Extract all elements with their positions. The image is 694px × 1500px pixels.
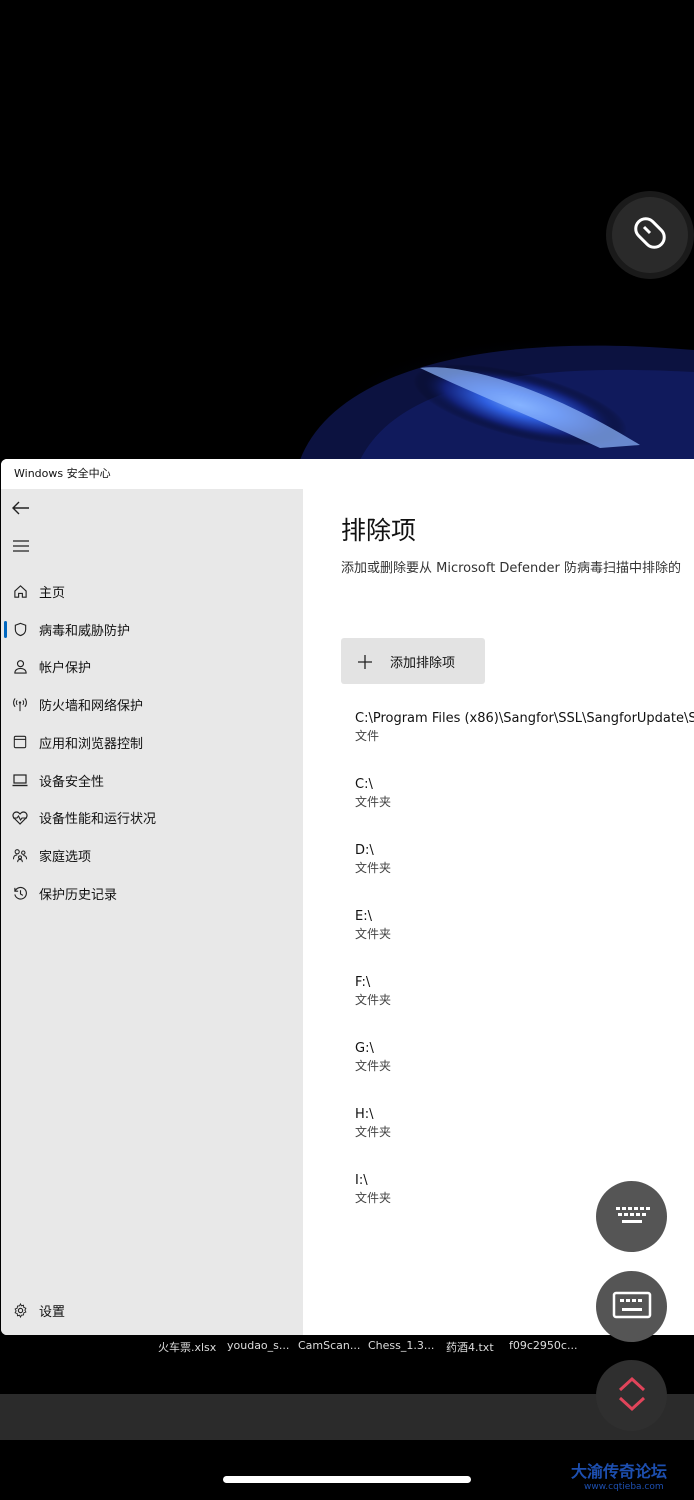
exclusion-type: 文件夹 [355,1059,392,1073]
exclusion-type: 文件夹 [355,993,392,1007]
person-icon [12,658,28,674]
laptop-icon [12,772,28,788]
taskbar-item[interactable]: youdao_s... [227,1339,289,1352]
keyboard-icon [609,1201,655,1233]
sidebar-item-label: 帐户保护 [39,660,92,676]
heart-pulse-icon [12,809,28,825]
exclusion-type: 文件夹 [355,795,392,809]
exclusion-type: 文件夹 [355,861,392,875]
sidebar-item-virus-protection[interactable]: 病毒和威胁防护 [1,611,303,647]
exclusion-path: H:\ [355,1107,374,1122]
sidebar-item-account[interactable]: 帐户保护 [1,648,303,684]
sidebar-item-firewall[interactable]: 防火墙和网络保护 [1,686,303,722]
bottom-bar [0,1394,694,1440]
window-title: Windows 安全中心 [1,459,694,489]
exclusion-type: 文件 [355,729,380,743]
sidebar-item-label: 设备性能和运行状况 [39,811,157,827]
history-icon [12,885,28,901]
desktop-wallpaper [0,0,694,460]
taskbar-item[interactable]: Chess_1.3... [368,1339,434,1352]
taskbar: 火车票.xlsx youdao_s... CamScan... Chess_1.… [0,1336,694,1394]
watermark-text: 大渝传奇论坛 [571,1462,668,1481]
exclusion-path: C:\Program Files (x86)\Sangfor\SSL\Sangf… [355,711,694,726]
sidebar-item-home[interactable]: 主页 [1,573,303,609]
sidebar-item-settings[interactable]: 设置 [1,1292,303,1328]
sidebar-item-history[interactable]: 保护历史记录 [1,875,303,911]
sidebar-item-app-browser[interactable]: 应用和浏览器控制 [1,724,303,760]
arrow-left-icon [12,500,30,519]
sidebar-item-label: 家庭选项 [39,849,92,865]
exclusion-path: E:\ [355,909,372,924]
add-exclusion-label: 添加排除项 [390,655,456,671]
antenna-icon [12,696,28,712]
back-button[interactable] [11,499,31,519]
exclusion-item[interactable]: H:\ 文件夹 [355,1106,694,1140]
taskbar-item[interactable]: f09c2950c... [509,1339,577,1352]
exclusion-type: 文件夹 [355,927,392,941]
exclusion-path: G:\ [355,1041,374,1056]
menu-button[interactable] [11,536,31,556]
keyboard-input-button[interactable] [596,1271,667,1342]
exclusion-type: 文件夹 [355,1125,392,1139]
exclusion-path: C:\ [355,777,373,792]
page-title: 排除项 [341,516,417,545]
gear-icon [12,1302,28,1318]
sidebar-item-device-performance[interactable]: 设备性能和运行状况 [1,799,303,835]
mouse-icon [628,211,672,259]
keyboard-icon [612,1291,652,1323]
taskbar-item[interactable]: 药酒4.txt [446,1339,494,1355]
sidebar-item-label: 病毒和威胁防护 [39,623,131,639]
expand-collapse-button[interactable] [596,1360,667,1431]
keyboard-button[interactable] [596,1181,667,1252]
chevron-up-down-icon [615,1374,649,1418]
add-exclusion-button[interactable]: 添加排除项 [341,638,485,684]
sidebar-item-label: 防火墙和网络保护 [39,698,144,714]
sidebar-settings-label: 设置 [39,1304,66,1320]
mouse-mode-button[interactable] [612,197,688,273]
exclusion-item[interactable]: C:\Program Files (x86)\Sangfor\SSL\Sangf… [355,710,694,744]
sidebar-item-label: 保护历史记录 [39,887,118,903]
taskbar-item[interactable]: CamScan... [298,1339,360,1352]
windows-security-window: Windows 安全中心 主页 病毒和威胁防护 帐户保护 防火墙和网络保护 应用… [1,459,694,1335]
exclusion-item[interactable]: C:\ 文件夹 [355,776,694,810]
page-description: 添加或删除要从 Microsoft Defender 防病毒扫描中排除的 [341,561,681,576]
hamburger-icon [13,537,29,556]
exclusion-item[interactable]: F:\ 文件夹 [355,974,694,1008]
sidebar-item-label: 应用和浏览器控制 [39,736,144,752]
exclusion-path: F:\ [355,975,371,990]
taskbar-item[interactable]: 火车票.xlsx [158,1339,216,1355]
app-window-icon [12,734,28,750]
sidebar-item-device-security[interactable]: 设备安全性 [1,762,303,798]
exclusion-path: D:\ [355,843,374,858]
plus-icon [358,654,372,669]
shield-icon [12,621,28,637]
exclusion-item[interactable]: G:\ 文件夹 [355,1040,694,1074]
watermark-url: www.cqtieba.com [584,1482,664,1492]
sidebar-item-label: 设备安全性 [39,774,105,790]
phone-navigation-bar: 大渝传奇论坛 www.cqtieba.com [0,1440,694,1500]
sidebar-item-family[interactable]: 家庭选项 [1,837,303,873]
exclusion-item[interactable]: D:\ 文件夹 [355,842,694,876]
home-icon [12,583,28,599]
exclusion-item[interactable]: E:\ 文件夹 [355,908,694,942]
sidebar-item-label: 主页 [39,585,66,601]
sidebar: 主页 病毒和威胁防护 帐户保护 防火墙和网络保护 应用和浏览器控制 设备安全性 … [1,489,303,1335]
family-icon [12,847,28,863]
home-indicator[interactable] [223,1476,471,1483]
